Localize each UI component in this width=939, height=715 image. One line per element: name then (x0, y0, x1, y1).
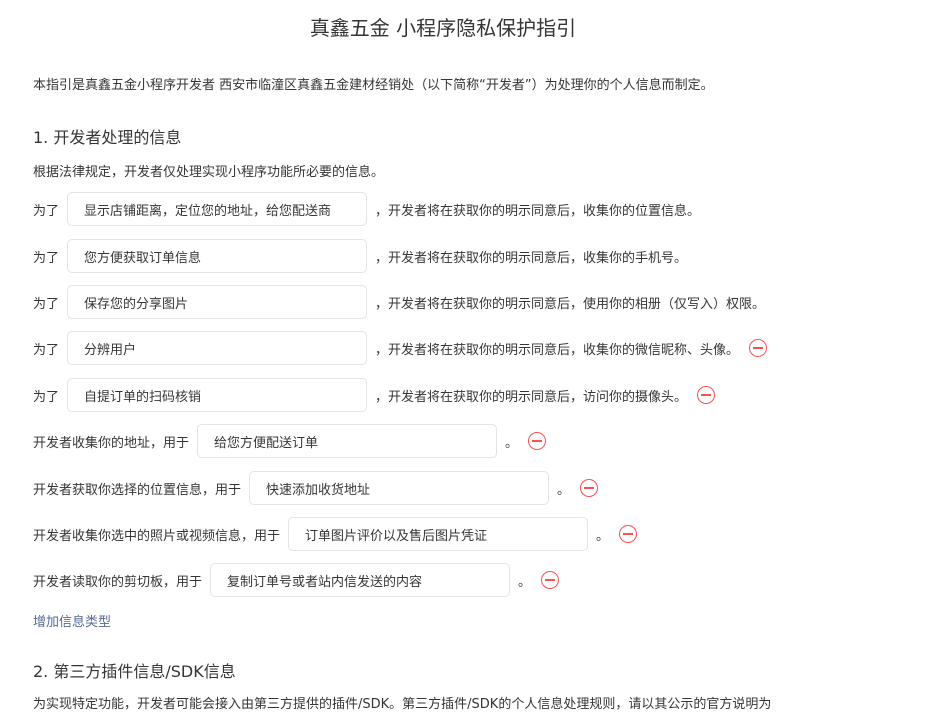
info-row: 为了 您方便获取订单信息 ，开发者将在获取你的明示同意后，收集你的手机号。 (33, 238, 687, 274)
row-suffix: 。 (505, 435, 519, 451)
row-suffix: ，开发者将在获取你的明示同意后，使用你的相册（仅写入）权限。 (375, 296, 766, 312)
info-row: 开发者收集你选中的照片或视频信息，用于 订单图片评价以及售后图片凭证 。 (33, 516, 638, 552)
section-2-desc: 为实现特定功能，开发者可能会接入由第三方提供的插件/SDK。第三方插件/SDK的… (33, 697, 772, 712)
purpose-input[interactable]: 显示店铺距离，定位您的地址，给您配送商 (67, 192, 368, 226)
row-prefix: 为了 (33, 389, 60, 405)
remove-icon[interactable] (749, 339, 768, 357)
info-row: 为了 显示店铺距离，定位您的地址，给您配送商 ，开发者将在获取你的明示同意后，收… (33, 191, 700, 227)
section-1-desc: 根据法律规定，开发者仅处理实现小程序功能所必要的信息。 (33, 165, 385, 180)
info-row: 为了 分辨用户 ，开发者将在获取你的明示同意后，收集你的微信昵称、头像。 (33, 330, 768, 366)
row-suffix: ，开发者将在获取你的明示同意后，收集你的手机号。 (375, 250, 688, 266)
purpose-input[interactable]: 自提订单的扫码核销 (67, 378, 368, 412)
row-prefix: 为了 (33, 296, 60, 312)
section-1-title: 1. 开发者处理的信息 (33, 128, 182, 147)
row-prefix: 开发者读取你的剪切板，用于 (33, 574, 203, 590)
section-2-title: 2. 第三方插件信息/SDK信息 (33, 662, 236, 681)
purpose-input[interactable]: 您方便获取订单信息 (67, 239, 368, 273)
info-row: 开发者读取你的剪切板，用于 复制订单号或者站内信发送的内容 。 (33, 562, 560, 598)
row-suffix: 。 (596, 528, 610, 544)
info-row: 开发者收集你的地址，用于 给您方便配送订单 。 (33, 423, 547, 459)
info-row: 开发者获取你选择的位置信息，用于 快速添加收货地址 。 (33, 470, 599, 506)
remove-icon[interactable] (528, 432, 547, 450)
row-prefix: 开发者收集你选中的照片或视频信息，用于 (33, 528, 281, 544)
purpose-input[interactable]: 给您方便配送订单 (197, 424, 498, 458)
remove-icon[interactable] (619, 525, 638, 543)
page-title: 真鑫五金 小程序隐私保护指引 (309, 16, 577, 40)
row-suffix: ，开发者将在获取你的明示同意后，收集你的微信昵称、头像。 (375, 342, 740, 358)
add-info-type-link[interactable]: 增加信息类型 (33, 611, 111, 630)
row-prefix: 为了 (33, 342, 60, 358)
purpose-input[interactable]: 分辨用户 (67, 331, 368, 365)
purpose-input[interactable]: 保存您的分享图片 (67, 285, 368, 319)
row-prefix: 开发者收集你的地址，用于 (33, 435, 190, 451)
intro-text: 本指引是真鑫五金小程序开发者 西安市临潼区真鑫五金建材经销处（以下简称“开发者”… (33, 78, 714, 93)
info-row: 为了 保存您的分享图片 ，开发者将在获取你的明示同意后，使用你的相册（仅写入）权… (33, 284, 765, 320)
remove-icon[interactable] (541, 571, 560, 589)
remove-icon[interactable] (697, 386, 716, 404)
row-prefix: 开发者获取你选择的位置信息，用于 (33, 482, 242, 498)
row-suffix: 。 (557, 482, 571, 498)
row-prefix: 为了 (33, 203, 60, 219)
remove-icon[interactable] (580, 479, 599, 497)
row-suffix: ，开发者将在获取你的明示同意后，收集你的位置信息。 (375, 203, 701, 219)
purpose-input[interactable]: 订单图片评价以及售后图片凭证 (288, 517, 589, 551)
row-suffix: 。 (518, 574, 532, 590)
row-suffix: ，开发者将在获取你的明示同意后，访问你的摄像头。 (375, 389, 688, 405)
purpose-input[interactable]: 复制订单号或者站内信发送的内容 (210, 563, 511, 597)
row-prefix: 为了 (33, 250, 60, 266)
purpose-input[interactable]: 快速添加收货地址 (249, 471, 550, 505)
info-row: 为了 自提订单的扫码核销 ，开发者将在获取你的明示同意后，访问你的摄像头。 (33, 377, 716, 413)
